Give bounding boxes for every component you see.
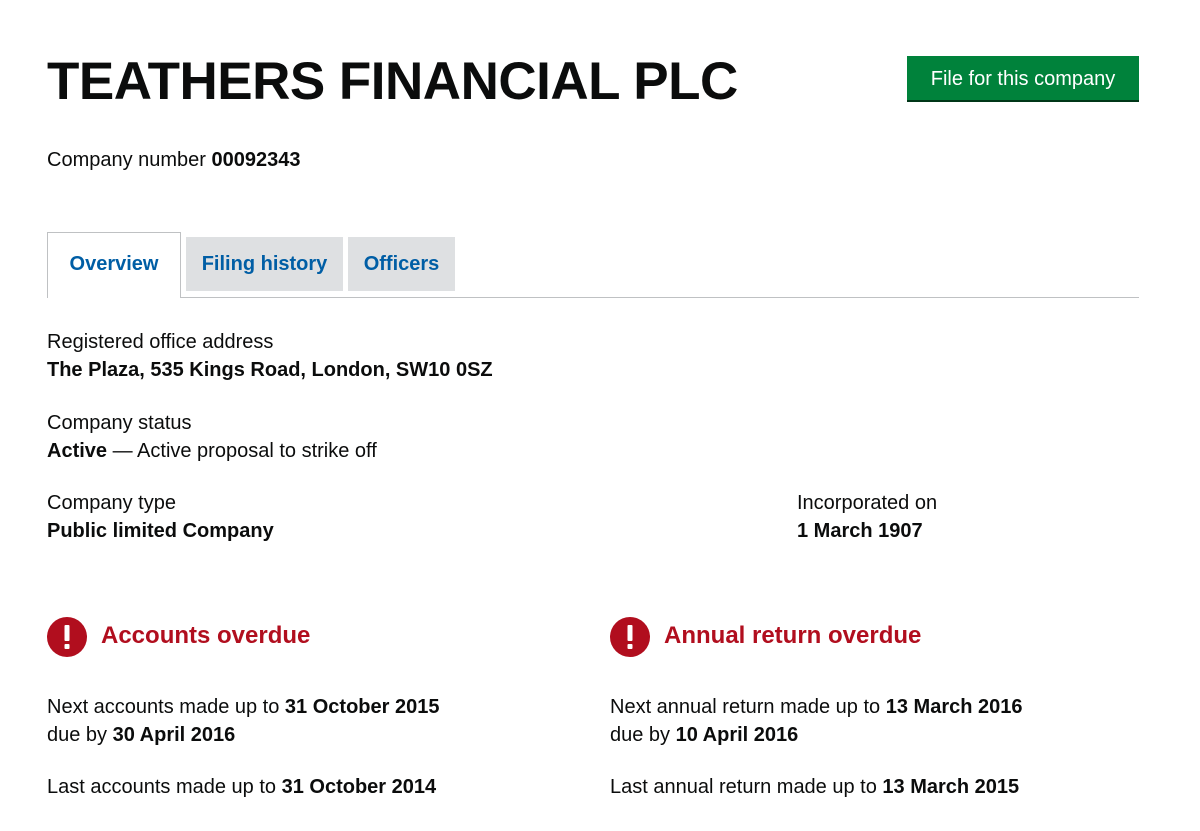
tab-officers[interactable]: Officers [348, 237, 455, 291]
accounts-next-date: 31 October 2015 [284, 696, 440, 718]
incorporated-value: 1 March 1907 [797, 520, 923, 542]
exclamation-icon [610, 617, 650, 657]
annual-due-line: due by 10 April 2016 [610, 721, 1023, 749]
status-value: Active [47, 440, 108, 462]
tab-overview[interactable]: Overview [47, 232, 181, 298]
incorporated-label: Incorporated on [797, 492, 938, 514]
annual-last-date: 13 March 2015 [882, 776, 1020, 798]
annual-due-prefix: due by [610, 724, 676, 746]
accounts-due-line: due by 30 April 2016 [47, 721, 439, 749]
registered-office-address: Registered office address The Plaza, 535… [47, 328, 493, 384]
company-number: Company number 00092343 [47, 147, 301, 173]
address-value: The Plaza, 535 Kings Road, London, SW10 … [47, 359, 493, 381]
tab-filing-history[interactable]: Filing history [186, 237, 343, 291]
annual-return-overdue-alert: Annual return overdue Next annual return… [610, 617, 1023, 801]
accounts-last-line: Last accounts made up to 31 October 2014 [47, 773, 439, 801]
accounts-due-date: 30 April 2016 [112, 724, 236, 746]
company-number-value: 00092343 [211, 149, 301, 171]
status-value-line: Active — Active proposal to strike off [47, 437, 377, 465]
incorporated-on: Incorporated on 1 March 1907 [797, 489, 937, 545]
annual-next-line: Next annual return made up to 13 March 2… [610, 693, 1023, 721]
annual-next-date: 13 March 2016 [885, 696, 1023, 718]
status-label: Company status [47, 412, 192, 434]
annual-due-date: 10 April 2016 [675, 724, 799, 746]
type-value: Public limited Company [47, 520, 274, 542]
address-label: Registered office address [47, 331, 274, 353]
company-type: Company type Public limited Company [47, 489, 274, 545]
accounts-next-prefix: Next accounts made up to [47, 696, 285, 718]
annual-return-overdue-title: Annual return overdue [664, 622, 922, 649]
accounts-overdue-alert: Accounts overdue Next accounts made up t… [47, 617, 439, 801]
company-status: Company status Active — Active proposal … [47, 409, 377, 465]
accounts-last-date: 31 October 2014 [281, 776, 437, 798]
annual-next-prefix: Next annual return made up to [610, 696, 886, 718]
accounts-due-prefix: due by [47, 724, 113, 746]
file-for-company-button[interactable]: File for this company [907, 56, 1139, 102]
status-detail: — Active proposal to strike off [107, 440, 377, 462]
tab-bar: Overview Filing history Officers [47, 232, 1139, 298]
accounts-overdue-title: Accounts overdue [101, 622, 311, 649]
accounts-last-prefix: Last accounts made up to [47, 776, 282, 798]
company-number-label: Company number [47, 149, 206, 171]
exclamation-icon [47, 617, 87, 657]
page-title: TEATHERS FINANCIAL PLC [47, 52, 738, 111]
annual-last-line: Last annual return made up to 13 March 2… [610, 773, 1023, 801]
accounts-next-line: Next accounts made up to 31 October 2015 [47, 693, 439, 721]
type-label: Company type [47, 492, 176, 514]
annual-last-prefix: Last annual return made up to [610, 776, 883, 798]
